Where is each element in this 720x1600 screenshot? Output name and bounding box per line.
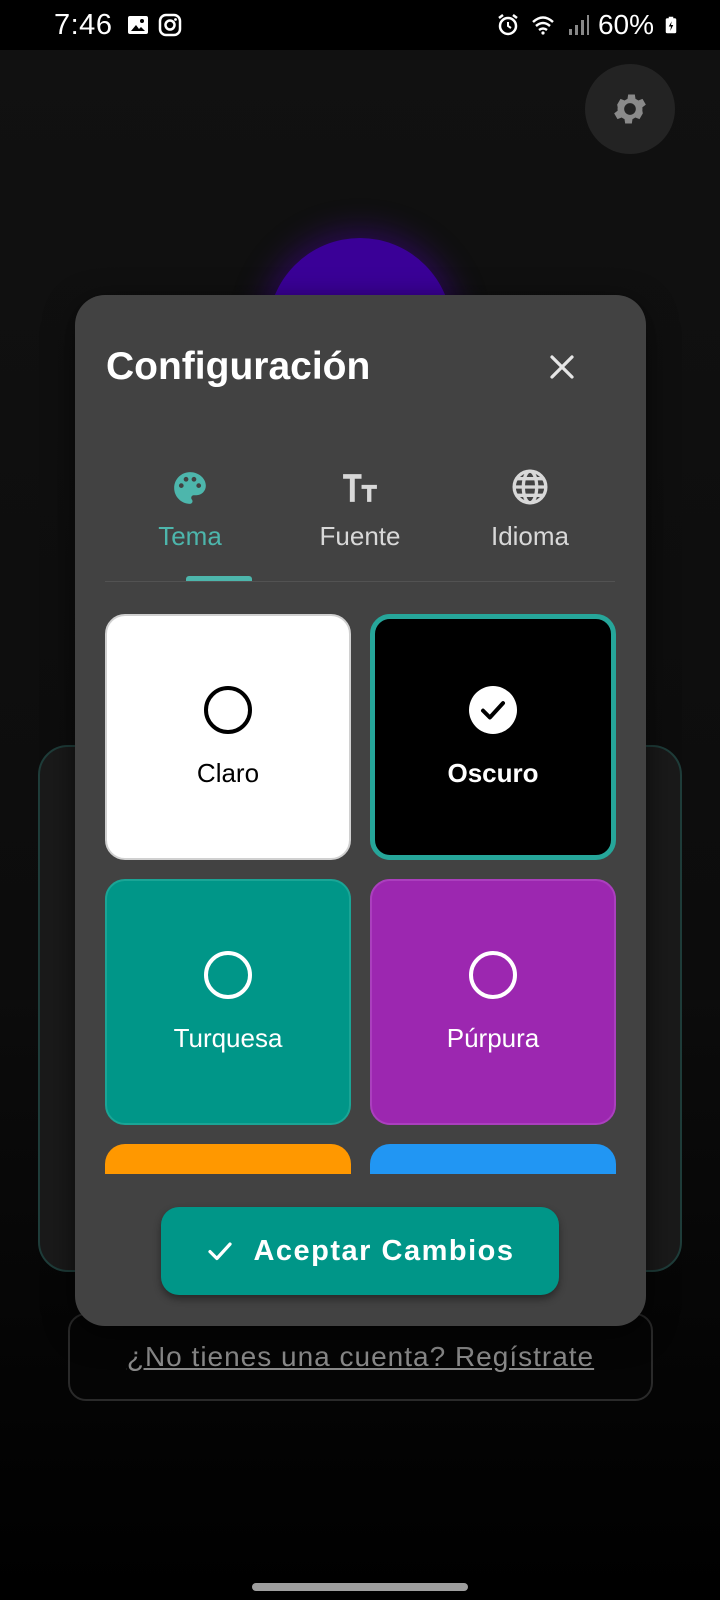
text-size-icon <box>343 474 377 502</box>
theme-grid: Claro Oscuro Turquesa Púrpura <box>105 614 617 1174</box>
tab-tema[interactable]: Tema <box>105 465 275 581</box>
tab-label: Idioma <box>490 521 570 551</box>
radio-unselected-icon <box>204 685 252 734</box>
theme-option-purpura[interactable]: Púrpura <box>370 879 616 1125</box>
globe-icon <box>512 469 548 505</box>
tabs-divider <box>105 581 615 582</box>
theme-option-claro[interactable]: Claro <box>105 614 351 860</box>
dialog-title: Configuración <box>106 345 371 388</box>
accept-label: Aceptar Cambios <box>253 1234 515 1267</box>
theme-label: Turquesa <box>173 1022 283 1053</box>
theme-label: Oscuro <box>447 757 539 788</box>
gallery-icon <box>128 16 149 34</box>
tab-label: Tema <box>158 521 222 551</box>
palette-icon <box>174 472 206 504</box>
home-indicator[interactable] <box>252 1583 468 1591</box>
wifi-icon <box>532 16 554 35</box>
alarm-icon <box>498 14 518 36</box>
battery-percent: 60% <box>597 9 654 40</box>
theme-label: Claro <box>196 757 260 788</box>
theme-option-oscuro[interactable]: Oscuro <box>370 614 616 860</box>
tab-fuente[interactable]: Fuente <box>275 465 445 581</box>
check-circle-icon <box>469 685 517 734</box>
theme-option-azul[interactable] <box>370 1144 616 1174</box>
check-icon <box>208 1242 233 1261</box>
close-button[interactable] <box>540 345 584 389</box>
status-time: 7:46 <box>54 8 113 41</box>
theme-option-naranja[interactable] <box>105 1144 351 1174</box>
theme-option-turquesa[interactable]: Turquesa <box>105 879 351 1125</box>
tab-bar: Tema Fuente Idioma <box>105 465 615 581</box>
status-bar: 7:46 60% <box>0 0 720 50</box>
tab-label: Fuente <box>319 521 401 551</box>
settings-button[interactable] <box>585 64 675 154</box>
gear-icon <box>614 94 646 124</box>
radio-unselected-icon <box>469 950 517 999</box>
radio-unselected-icon <box>204 950 252 999</box>
settings-dialog: Configuración Tema Fuente Idioma Claro O… <box>75 295 646 1326</box>
close-icon <box>550 355 574 379</box>
accept-changes-button[interactable]: Aceptar Cambios <box>161 1207 559 1295</box>
register-link-box[interactable]: ¿No tienes una cuenta? Regístrate <box>68 1313 653 1401</box>
tab-idioma[interactable]: Idioma <box>445 465 615 581</box>
battery-icon <box>665 16 677 34</box>
instagram-icon <box>159 13 182 37</box>
register-link[interactable]: ¿No tienes una cuenta? Regístrate <box>127 1341 594 1373</box>
theme-label: Púrpura <box>446 1022 540 1053</box>
signal-icon <box>568 15 589 35</box>
